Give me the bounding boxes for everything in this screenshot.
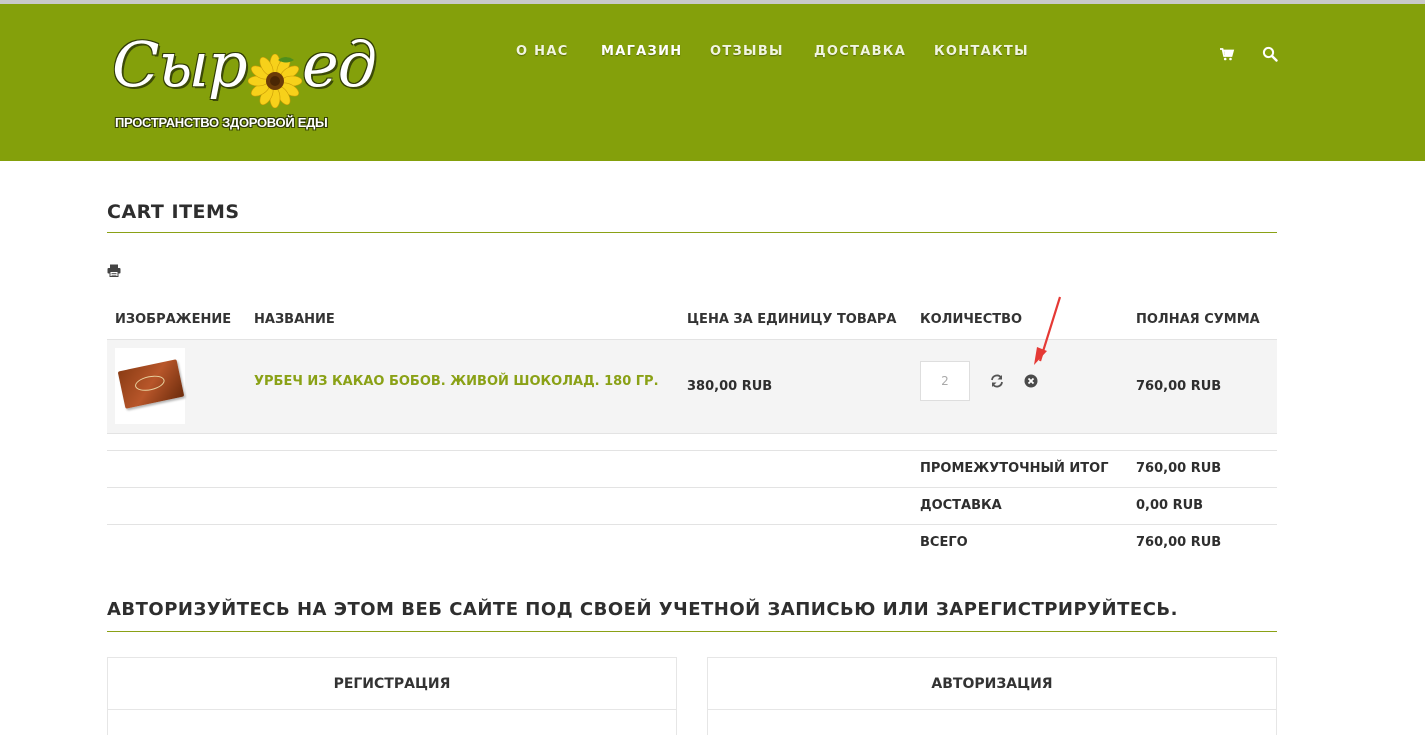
logo-tagline: ПРОСТРАНСТВО ЗДОРОВОЙ ЕДЫ [115,115,328,130]
login-panel: АВТОРИЗАЦИЯ [707,657,1277,735]
nav-item-delivery[interactable]: ДОСТАВКА [814,44,906,59]
remove-icon[interactable] [1024,374,1038,388]
logo-wordmark-part2: ед [302,28,377,101]
cart-icon[interactable] [1219,46,1235,62]
subtotal-value: 760,00 RUB [1136,461,1222,476]
refresh-icon[interactable] [990,374,1004,388]
col-header-unit-price: ЦЕНА ЗА ЕДИНИЦУ ТОВАРА [687,312,897,327]
logo-wordmark: Сыр ед [112,32,377,98]
grand-total-label: ВСЕГО [920,535,968,550]
col-header-name: НАЗВАНИЕ [254,312,335,327]
nav-item-contacts[interactable]: КОНТАКТЫ [934,44,1029,59]
grand-total-value: 760,00 RUB [1136,535,1222,550]
nav-item-reviews[interactable]: ОТЗЫВЫ [710,44,784,59]
cart-title-rule [107,232,1277,233]
register-panel-title[interactable]: РЕГИСТРАЦИЯ [108,658,676,710]
register-panel: РЕГИСТРАЦИЯ [107,657,677,735]
sunflower-icon [248,54,302,108]
quantity-input[interactable] [920,361,970,401]
totals-divider [107,524,1277,525]
site-logo[interactable]: Сыр ед ПРОСТРАНСТВО ЗДОРОВОЙ ЕДЫ [110,28,380,138]
col-header-image: ИЗОБРАЖЕНИЕ [115,312,232,327]
product-thumbnail[interactable] [115,348,185,424]
print-icon[interactable] [107,264,121,277]
shipping-label: ДОСТАВКА [920,498,1002,513]
product-image [117,359,185,409]
site-header: Сыр ед ПРОСТРАНСТВО ЗДОРОВОЙ ЕДЫ О НАС М… [0,4,1425,161]
product-name-link[interactable]: УРБЕЧ ИЗ КАКАО БОБОВ. ЖИВОЙ ШОКОЛАД. 180… [254,374,659,389]
totals-divider [107,450,1277,451]
login-panel-title[interactable]: АВТОРИЗАЦИЯ [708,658,1276,710]
subtotal-label: ПРОМЕЖУТОЧНЫЙ ИТОГ [920,461,1109,476]
unit-price: 380,00 RUB [687,379,773,394]
item-total: 760,00 RUB [1136,379,1222,394]
cart-title: CART ITEMS [107,201,240,223]
auth-title: АВТОРИЗУЙТЕСЬ НА ЭТОМ ВЕБ САЙТЕ ПОД СВОЕ… [107,599,1178,620]
col-header-total: ПОЛНАЯ СУММА [1136,312,1260,327]
totals-divider [107,487,1277,488]
auth-title-rule [107,631,1277,632]
nav-item-shop[interactable]: МАГАЗИН [601,44,682,59]
search-icon[interactable] [1262,46,1278,62]
logo-wordmark-part1: Сыр [112,28,248,101]
shipping-value: 0,00 RUB [1136,498,1204,513]
nav-item-about[interactable]: О НАС [516,44,569,59]
col-header-quantity: КОЛИЧЕСТВО [920,312,1023,327]
